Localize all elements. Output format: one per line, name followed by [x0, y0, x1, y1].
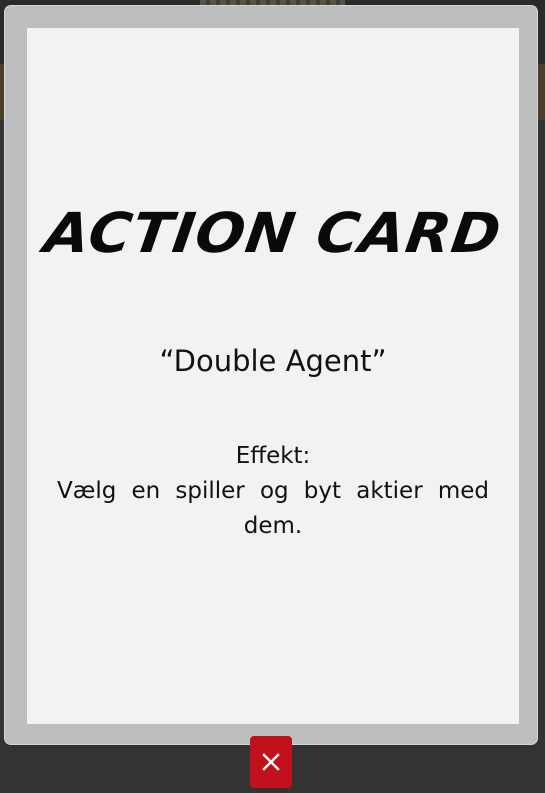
effect-label: Effekt: [235, 443, 311, 469]
close-button[interactable] [250, 736, 292, 788]
close-icon [262, 753, 280, 771]
effect-description: Vælg en spiller og byt aktier med dem. [57, 478, 489, 539]
action-card: ACTION CARD “Double Agent” Effekt: Vælg … [4, 5, 538, 745]
card-type-heading: ACTION CARD [40, 200, 506, 266]
card-name: “Double Agent” [159, 344, 387, 378]
card-face: ACTION CARD “Double Agent” Effekt: Vælg … [27, 28, 519, 724]
